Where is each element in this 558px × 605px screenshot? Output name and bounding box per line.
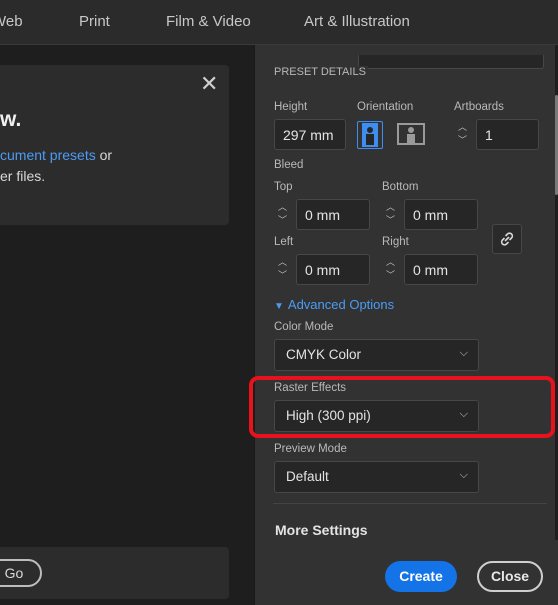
chevron-up-icon[interactable]: ︿	[386, 202, 395, 212]
width-field-partial	[358, 55, 544, 69]
chevron-down-icon: ⌵	[459, 408, 468, 420]
advanced-options-toggle[interactable]: ▼ Advanced Options	[274, 296, 394, 314]
close-button[interactable]: Close	[477, 561, 543, 592]
left-bleed-input[interactable]: 0 mm	[296, 254, 370, 285]
height-value: 297 mm	[283, 127, 334, 143]
chevron-down-icon: ⌵	[459, 347, 468, 359]
raster-effects-select[interactable]: High (300 ppi) ⌵	[274, 400, 479, 432]
tab-web[interactable]: Web	[0, 13, 23, 30]
artboards-stepper[interactable]: ︿ ﹀	[454, 119, 476, 149]
artboards-label: Artboards	[454, 101, 504, 113]
chevron-up-icon[interactable]: ︿	[278, 202, 287, 212]
landscape-button[interactable]	[397, 121, 425, 149]
link-icon	[499, 231, 515, 252]
top-stepper[interactable]: ︿ ﹀	[274, 199, 296, 229]
orientation-label: Orientation	[357, 101, 414, 113]
raster-effects-value: High (300 ppi)	[286, 408, 371, 423]
more-settings-button[interactable]: More Settings	[275, 522, 368, 538]
welcome-text-line2: er files.	[0, 168, 46, 184]
right-stepper[interactable]: ︿ ﹀	[382, 254, 404, 284]
welcome-text-or: or	[95, 147, 113, 163]
go-button[interactable]: Go	[0, 559, 42, 587]
color-mode-value: CMYK Color	[286, 347, 362, 362]
top-bleed-value: 0 mm	[305, 207, 340, 223]
welcome-card: ✕ w. cument presets or er files.	[0, 65, 229, 225]
tab-print[interactable]: Print	[79, 13, 110, 30]
preview-mode-select[interactable]: Default ⌵	[274, 461, 479, 493]
right-bleed-value: 0 mm	[413, 262, 448, 278]
raster-effects-label: Raster Effects	[274, 382, 347, 394]
left-bleed-value: 0 mm	[305, 262, 340, 278]
height-input[interactable]: 297 mm	[274, 119, 346, 150]
portrait-button[interactable]	[357, 121, 383, 149]
welcome-text-line1: cument presets or	[0, 147, 112, 163]
advanced-options-label: Advanced Options	[287, 297, 395, 312]
left-stepper[interactable]: ︿ ﹀	[274, 254, 296, 284]
bleed-label: Bleed	[274, 159, 304, 171]
tab-art-illustration[interactable]: Art & Illustration	[304, 13, 410, 30]
document-presets-link[interactable]: cument presets	[0, 147, 96, 163]
welcome-heading: w.	[0, 108, 22, 131]
bottom-label: Bottom	[382, 181, 419, 193]
link-bleed-button[interactable]	[492, 224, 522, 254]
chevron-down-icon: ⌵	[459, 469, 468, 481]
chevron-up-icon[interactable]: ︿	[458, 122, 467, 132]
right-label: Right	[382, 236, 409, 248]
color-mode-select[interactable]: CMYK Color ⌵	[274, 339, 479, 371]
preset-details-panel: PRESET DETAILS Height Orientation Artboa…	[249, 45, 558, 605]
create-button[interactable]: Create	[385, 561, 457, 592]
top-label: Top	[274, 181, 293, 193]
preview-mode-value: Default	[286, 469, 329, 484]
search-card: Go	[0, 547, 229, 599]
portrait-orientation-icon	[358, 122, 382, 153]
chevron-down-icon[interactable]: ﹀	[278, 270, 287, 280]
section-title: PRESET DETAILS	[274, 66, 368, 78]
right-bleed-input[interactable]: 0 mm	[404, 254, 478, 285]
landscape-orientation-icon	[397, 121, 427, 152]
height-label: Height	[274, 101, 308, 113]
tab-film-video[interactable]: Film & Video	[166, 13, 251, 30]
chevron-down-icon: ▼	[274, 301, 284, 312]
chevron-down-icon[interactable]: ﹀	[458, 135, 467, 145]
artboards-input[interactable]: 1	[476, 119, 539, 150]
chevron-down-icon[interactable]: ﹀	[278, 215, 287, 225]
color-mode-label: Color Mode	[274, 321, 334, 333]
top-bleed-input[interactable]: 0 mm	[296, 199, 370, 230]
bottom-bleed-value: 0 mm	[413, 207, 448, 223]
left-pane: ✕ w. cument presets or er files. Go	[0, 45, 254, 605]
bottom-bleed-input[interactable]: 0 mm	[404, 199, 478, 230]
close-icon[interactable]: ✕	[200, 73, 218, 95]
chevron-down-icon[interactable]: ﹀	[386, 215, 395, 225]
chevron-up-icon[interactable]: ︿	[386, 257, 395, 267]
artboards-value: 1	[485, 127, 493, 143]
preview-mode-label: Preview Mode	[274, 443, 347, 455]
chevron-down-icon[interactable]: ﹀	[386, 270, 395, 280]
left-label: Left	[274, 236, 294, 248]
top-tab-bar: Web Print Film & Video Art & Illustratio…	[0, 0, 558, 45]
chevron-up-icon[interactable]: ︿	[278, 257, 287, 267]
divider	[273, 503, 547, 504]
bottom-stepper[interactable]: ︿ ﹀	[382, 199, 404, 229]
